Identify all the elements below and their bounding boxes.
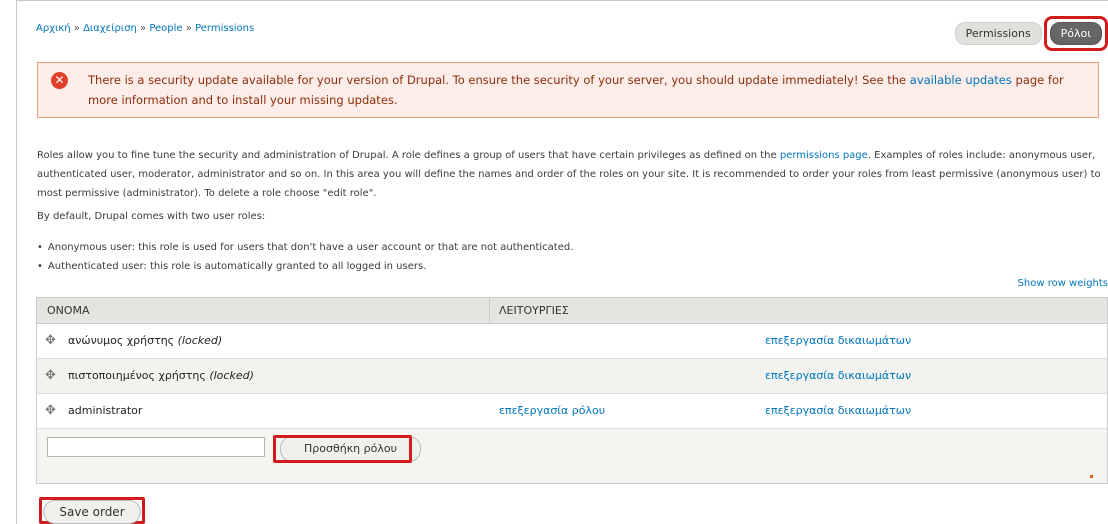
- drag-handle-icon[interactable]: ✥: [45, 403, 56, 418]
- save-order-button[interactable]: Save order: [43, 500, 141, 524]
- roles-table: ΟΝΟΜΑ ΛΕΙΤΟΥΡΓΙΕΣ ✥ ανώνυμος χρήστης (lo…: [36, 297, 1108, 484]
- table-row: ✥ administrator επεξεργασία ρόλου επεξερ…: [37, 394, 1107, 429]
- breadcrumb-separator: »: [182, 23, 196, 34]
- role-name: administrator: [68, 404, 142, 417]
- drag-handle-icon[interactable]: ✥: [45, 368, 56, 383]
- table-row: ✥ ανώνυμος χρήστης (locked) επεξεργασία …: [37, 324, 1107, 359]
- tab-roles-highlight: Ρόλοι: [1043, 16, 1108, 51]
- default-roles-list: Anonymous user: this role is used for us…: [37, 238, 574, 276]
- resize-dot: [1090, 475, 1093, 478]
- column-header-name: ΟΝΟΜΑ: [47, 304, 90, 317]
- available-updates-link[interactable]: available updates: [910, 73, 1012, 87]
- edit-permissions-link[interactable]: επεξεργασία δικαιωμάτων: [765, 334, 911, 347]
- role-name: ανώνυμος χρήστης (locked): [68, 334, 222, 347]
- breadcrumb-people[interactable]: People: [149, 23, 182, 34]
- role-name: πιστοποιημένος χρήστης (locked): [68, 369, 254, 382]
- new-role-name-input[interactable]: [47, 437, 265, 457]
- show-row-weights-link[interactable]: Show row weights: [1018, 278, 1108, 289]
- locked-label: (locked): [177, 334, 223, 347]
- table-row: ✥ πιστοποιημένος χρήστης (locked) επεξερ…: [37, 359, 1107, 394]
- add-role-button[interactable]: Προσθήκη ρόλου: [280, 436, 421, 462]
- error-x-icon: ✕: [51, 72, 68, 89]
- breadcrumb: Αρχική » Διαχείριση » People » Permissio…: [36, 23, 254, 34]
- column-header-operations: ΛΕΙΤΟΥΡΓΙΕΣ: [499, 304, 569, 317]
- security-error-message: ✕ There is a security update available f…: [37, 62, 1099, 118]
- roles-intro: Roles allow you to fine tune the securit…: [37, 146, 1105, 203]
- breadcrumb-separator: »: [136, 23, 150, 34]
- table-header: ΟΝΟΜΑ ΛΕΙΤΟΥΡΓΙΕΣ: [37, 298, 1107, 324]
- tab-roles[interactable]: Ρόλοι: [1049, 22, 1102, 45]
- add-role-row: Προσθήκη ρόλου: [37, 429, 1107, 484]
- column-divider: [489, 298, 490, 323]
- role-name-text: ανώνυμος χρήστης: [68, 334, 175, 347]
- edit-permissions-link[interactable]: επεξεργασία δικαιωμάτων: [765, 369, 911, 382]
- intro-text-before: Roles allow you to fine tune the securit…: [37, 150, 780, 161]
- error-text-before: There is a security update available for…: [88, 73, 910, 87]
- breadcrumb-permissions[interactable]: Permissions: [195, 23, 254, 34]
- default-roles-text: By default, Drupal comes with two user r…: [37, 211, 266, 222]
- locked-label: (locked): [209, 369, 254, 382]
- role-name-text: administrator: [68, 404, 143, 417]
- edit-role-link[interactable]: επεξεργασία ρόλου: [499, 404, 605, 417]
- secondary-tabs: Permissions Ρόλοι: [954, 16, 1108, 51]
- permissions-page-link[interactable]: permissions page: [780, 150, 868, 161]
- list-item: Anonymous user: this role is used for us…: [37, 238, 574, 257]
- drag-handle-icon[interactable]: ✥: [45, 333, 56, 348]
- list-item: Authenticated user: this role is automat…: [37, 257, 573, 276]
- breadcrumb-home[interactable]: Αρχική: [36, 23, 71, 34]
- tab-permissions[interactable]: Permissions: [954, 22, 1042, 45]
- breadcrumb-admin[interactable]: Διαχείριση: [83, 23, 137, 34]
- breadcrumb-separator: »: [70, 23, 84, 34]
- error-text: There is a security update available for…: [88, 70, 1088, 110]
- role-name-text: πιστοποιημένος χρήστης: [68, 369, 206, 382]
- edit-permissions-link[interactable]: επεξεργασία δικαιωμάτων: [765, 404, 911, 417]
